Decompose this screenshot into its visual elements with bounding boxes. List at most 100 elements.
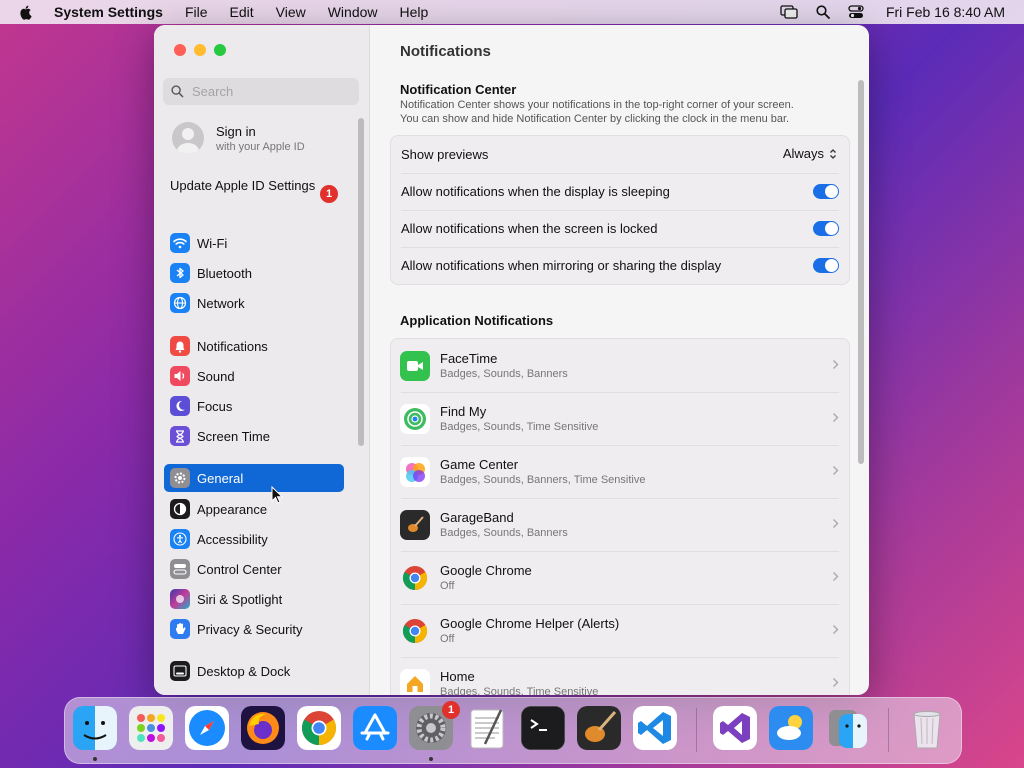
sidebar-item-wifi[interactable]: Wi-Fi	[164, 229, 344, 257]
show-previews-value: Always	[782, 146, 824, 161]
app-row-home[interactable]: Home Badges, Sounds, Time Sensitive	[391, 657, 849, 695]
app-store-icon[interactable]	[353, 706, 397, 750]
chevron-right-icon	[833, 678, 839, 687]
sidebar-item-notifications[interactable]: Notifications	[164, 332, 344, 360]
app-row-chrome-helper[interactable]: Google Chrome Helper (Alerts) Off	[391, 604, 849, 657]
chrome-icon	[400, 563, 430, 593]
chevron-right-icon	[833, 572, 839, 581]
app-name: Game Center	[440, 457, 519, 472]
display-sleeping-toggle[interactable]	[813, 184, 839, 199]
apple-icon[interactable]	[18, 4, 34, 20]
app-alert-styles: Badges, Sounds, Banners	[440, 368, 568, 380]
globe-icon	[170, 293, 190, 313]
chevron-right-icon	[833, 466, 839, 475]
sidebar-item-label: Focus	[197, 398, 233, 414]
speaker-icon	[170, 366, 190, 386]
safari-icon[interactable]	[185, 706, 229, 750]
chevron-updown-icon	[830, 148, 836, 159]
app-row-facetime[interactable]: FaceTime Badges, Sounds, Banners	[391, 339, 849, 392]
signin-subtitle: with your Apple ID	[216, 140, 305, 153]
menu-clock[interactable]: Fri Feb 16 8:40 AM	[886, 4, 1005, 20]
finder-icon[interactable]	[73, 706, 117, 750]
app-row-find-my[interactable]: Find My Badges, Sounds, Time Sensitive	[391, 392, 849, 445]
sidebar-item-network[interactable]: Network	[164, 289, 344, 317]
content-scrollbar[interactable]	[858, 80, 864, 464]
menu-view[interactable]: View	[276, 4, 306, 20]
appearance-icon	[170, 499, 190, 519]
finder-helper-icon[interactable]	[825, 706, 869, 750]
signin-title: Sign in	[216, 123, 256, 139]
update-apple-id-settings[interactable]: Update Apple ID Settings 1	[170, 178, 340, 203]
control-center-icon[interactable]	[848, 5, 864, 19]
game-center-icon	[400, 456, 430, 487]
textedit-icon[interactable]	[465, 706, 509, 750]
close-button[interactable]	[174, 44, 186, 56]
minimize-button[interactable]	[194, 44, 206, 56]
menu-edit[interactable]: Edit	[230, 4, 254, 20]
sidebar-item-label: Control Center	[197, 561, 282, 577]
trash-icon[interactable]	[905, 706, 949, 750]
app-row-google-chrome[interactable]: Google Chrome Off	[391, 551, 849, 604]
mirroring-toggle[interactable]	[813, 258, 839, 273]
dock-icon	[170, 661, 190, 681]
zoom-button[interactable]	[214, 44, 226, 56]
sidebar-item-label: Appearance	[197, 501, 268, 517]
app-row-garageband[interactable]: GarageBand Badges, Sounds, Banners	[391, 498, 849, 551]
menu-bar: System Settings File Edit View Window He…	[0, 0, 1024, 24]
sidebar-item-desktop-dock[interactable]: Desktop & Dock	[164, 657, 344, 685]
vscode-icon[interactable]	[633, 706, 677, 750]
weather-icon[interactable]	[769, 706, 813, 750]
menu-help[interactable]: Help	[400, 4, 429, 20]
visual-studio-icon[interactable]	[713, 706, 757, 750]
bluetooth-icon	[170, 263, 190, 283]
app-alert-styles: Off	[440, 580, 455, 592]
sidebar-item-label: General	[197, 470, 244, 486]
app-row-game-center[interactable]: Game Center Badges, Sounds, Banners, Time…	[391, 445, 849, 498]
launchpad-icon[interactable]	[129, 706, 173, 750]
app-alert-styles: Badges, Sounds, Banners, Time Sensitive	[440, 474, 646, 486]
sidebar-item-label: Notifications	[197, 338, 268, 354]
garageband-icon	[400, 509, 430, 540]
menu-window[interactable]: Window	[328, 4, 378, 20]
sidebar-item-label: Bluetooth	[197, 265, 252, 281]
firefox-icon[interactable]	[241, 706, 285, 750]
sidebar-item-control-center[interactable]: Control Center	[164, 555, 344, 583]
sidebar-item-sound[interactable]: Sound	[164, 362, 344, 390]
system-settings-window: Sign in with your Apple ID Update Apple …	[154, 25, 869, 695]
description-line: You can show and hide Notification Cente…	[400, 113, 790, 125]
search-icon	[171, 85, 184, 98]
app-alert-styles: Off	[440, 633, 455, 645]
sidebar-item-focus[interactable]: Focus	[164, 392, 344, 420]
sidebar-item-appearance[interactable]: Appearance	[164, 495, 344, 523]
sidebar: Sign in with your Apple ID Update Apple …	[154, 25, 370, 695]
sidebar-item-general[interactable]: General	[164, 464, 344, 492]
menu-app-name[interactable]: System Settings	[54, 4, 163, 20]
sidebar-item-label: Wi-Fi	[197, 235, 228, 251]
gear-icon	[170, 468, 190, 488]
chevron-right-icon	[833, 519, 839, 528]
dock-separator	[696, 708, 697, 752]
apple-id-signin[interactable]: Sign in with your Apple ID	[172, 122, 305, 154]
toggle-label: Allow notifications when the screen is l…	[401, 221, 658, 236]
screen-mirroring-icon[interactable]	[780, 5, 798, 19]
show-previews-row: Show previews Always	[391, 136, 849, 173]
show-previews-select[interactable]: Always	[783, 146, 837, 161]
spotlight-search-icon[interactable]	[816, 5, 830, 19]
app-alert-styles: Badges, Sounds, Time Sensitive	[440, 421, 599, 433]
sidebar-item-screen-time[interactable]: Screen Time	[164, 422, 344, 450]
search-input[interactable]	[190, 83, 354, 100]
siri-icon	[170, 589, 190, 609]
garageband-dock-icon[interactable]	[577, 706, 621, 750]
terminal-icon[interactable]	[521, 706, 565, 750]
sidebar-item-privacy-security[interactable]: Privacy & Security	[164, 615, 344, 643]
screen-locked-toggle[interactable]	[813, 221, 839, 236]
sidebar-scrollbar[interactable]	[358, 118, 364, 446]
sidebar-item-bluetooth[interactable]: Bluetooth	[164, 259, 344, 287]
toggle-row-screen-locked: Allow notifications when the screen is l…	[391, 210, 849, 247]
menu-file[interactable]: File	[185, 4, 208, 20]
app-name: Home	[440, 669, 475, 684]
notifications-pane: Notifications Notification Center Notifi…	[370, 25, 869, 695]
sidebar-item-siri-spotlight[interactable]: Siri & Spotlight	[164, 585, 344, 613]
chrome-dock-icon[interactable]	[297, 706, 341, 750]
sidebar-item-accessibility[interactable]: Accessibility	[164, 525, 344, 553]
